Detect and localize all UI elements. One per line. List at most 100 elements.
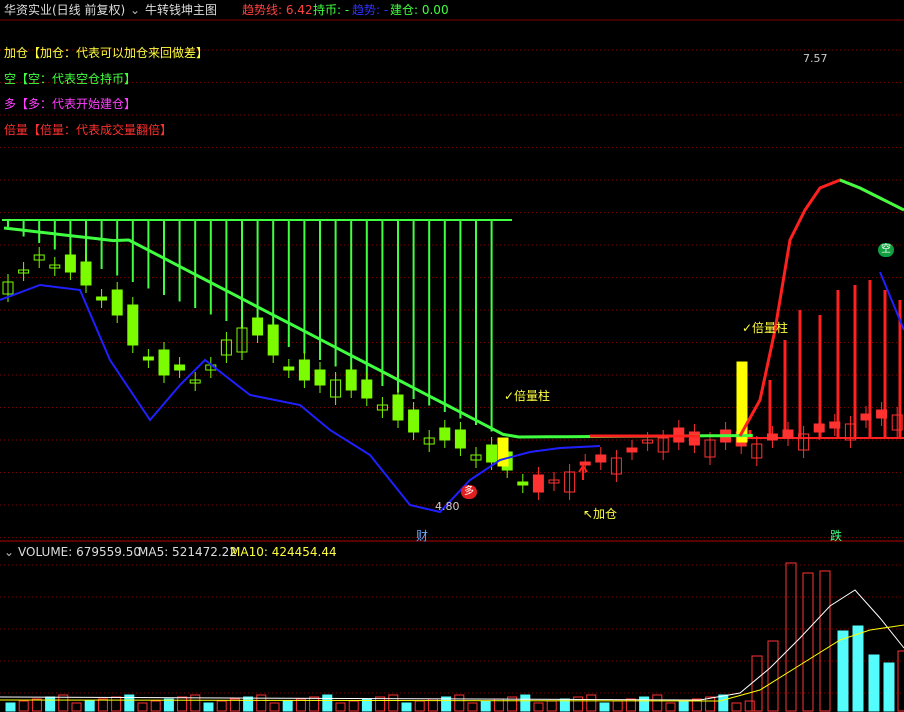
candle-body	[392, 394, 404, 421]
trend-line-red	[738, 178, 904, 437]
candle-body	[626, 447, 638, 453]
volume-bar	[309, 696, 320, 712]
volume-bar	[883, 662, 895, 712]
volume-bar	[256, 694, 267, 712]
duo-badge: 多	[461, 485, 477, 499]
candle-body	[298, 359, 310, 381]
candle-body	[766, 433, 778, 441]
volume-bar	[852, 625, 864, 712]
volume-bar	[533, 702, 544, 712]
volume-bar	[868, 654, 880, 712]
volume-collapse-icon[interactable]: ⌄	[4, 545, 14, 559]
volume-bar	[322, 694, 333, 712]
volume-bar	[18, 700, 29, 712]
volume-bar	[31, 698, 42, 712]
volume-bar	[718, 694, 729, 712]
cai-marker: 财	[416, 529, 429, 543]
candle-body	[517, 481, 529, 486]
volume-ma10: MA10: 424454.44	[230, 545, 337, 559]
high-price-label: 7.57	[803, 52, 828, 65]
volume-bar	[678, 700, 689, 712]
volume-bar	[802, 572, 814, 712]
volume-bar	[335, 702, 346, 712]
build-value: 建仓: 0.00	[390, 3, 449, 17]
candle-body	[595, 454, 607, 463]
candle-body	[829, 421, 841, 429]
candle-body	[252, 317, 264, 336]
volume-bar	[401, 702, 412, 712]
volume-bar	[177, 696, 188, 712]
volume-bar	[243, 696, 254, 712]
candle-body	[532, 474, 544, 493]
volume-bar	[665, 702, 676, 712]
candle-body	[782, 429, 794, 439]
candle-body	[579, 461, 591, 466]
volume-bar	[480, 700, 491, 712]
candle-body	[142, 356, 154, 361]
trend-value: 趋势: -	[352, 3, 389, 17]
beiliang-candle	[497, 437, 509, 467]
volume-bar	[744, 700, 755, 712]
volume-bar	[652, 694, 663, 712]
candle-body	[158, 349, 170, 376]
volume-bar	[586, 694, 597, 712]
volume-bar	[203, 702, 214, 712]
candle-body	[688, 431, 700, 446]
volume-bar	[5, 702, 16, 712]
beiliang-marker-2: ✓倍量柱	[742, 321, 789, 335]
volume-bar	[520, 694, 531, 712]
legend-kong: 空【空：代表空仓持币】	[4, 72, 137, 86]
hold-value: 持币: -	[313, 3, 350, 17]
volume-bar	[785, 562, 797, 712]
candle-body	[267, 324, 279, 356]
volume-bar	[639, 696, 650, 712]
candle-body	[314, 369, 326, 386]
volume-bar	[767, 640, 779, 712]
volume-bar	[837, 630, 849, 712]
volume-bar	[71, 702, 82, 712]
volume-bar	[45, 696, 56, 712]
volume-bar	[414, 700, 425, 712]
candle-body	[127, 304, 139, 346]
volume-bar	[467, 702, 478, 712]
volume-value: VOLUME: 679559.50	[18, 545, 141, 559]
volume-bar	[269, 702, 280, 712]
die-marker: 跌	[830, 529, 843, 543]
volume-bar	[348, 700, 359, 712]
candle-body	[454, 429, 466, 449]
volume-bar	[137, 702, 148, 712]
legend-duo: 多【多：代表开始建仓】	[4, 97, 137, 111]
volume-bar	[599, 702, 610, 712]
legend-beiliang: 倍量【倍量：代表成交量翻倍】	[4, 123, 173, 137]
candle-body	[860, 413, 872, 421]
volume-bar	[546, 700, 557, 712]
candle-body	[876, 409, 888, 419]
candle-body	[408, 409, 420, 433]
trend-line-value: 趋势线: 6.42	[242, 3, 313, 17]
candle-body	[486, 444, 498, 463]
stock-title: 华资实业(日线 前复权)	[4, 3, 126, 17]
volume-bar	[731, 702, 742, 712]
candle-body	[361, 379, 373, 399]
trend-line-green	[839, 178, 904, 212]
beiliang-marker-1: ✓倍量柱	[504, 389, 551, 403]
volume-bar	[111, 696, 122, 712]
kong-badge: 空	[878, 243, 894, 257]
candle-body	[439, 427, 451, 441]
chart-window: 华资实业(日线 前复权) ⌄ 牛转钱坤主图 趋势线: 6.42 持币: - 趋势…	[0, 0, 904, 712]
legend-jiacang: 加仓【加仓：代表可以加仓来回做差】	[4, 46, 209, 60]
volume-bar	[612, 700, 623, 712]
candle-body	[174, 364, 186, 371]
chevron-down-icon[interactable]: ⌄	[130, 3, 140, 17]
jiacang-marker: ↖加仓	[583, 507, 618, 521]
volume-bar	[163, 698, 174, 712]
volume-bar	[819, 570, 831, 712]
low-price-label: 4.80	[435, 500, 460, 513]
volume-bar	[282, 700, 293, 712]
candle-body	[64, 254, 76, 273]
candle-body	[80, 261, 92, 286]
volume-bar	[84, 700, 95, 712]
candle-body	[345, 369, 357, 391]
candle-body	[813, 423, 825, 433]
indicator-dropdown[interactable]: 牛转钱坤主图	[145, 3, 217, 17]
